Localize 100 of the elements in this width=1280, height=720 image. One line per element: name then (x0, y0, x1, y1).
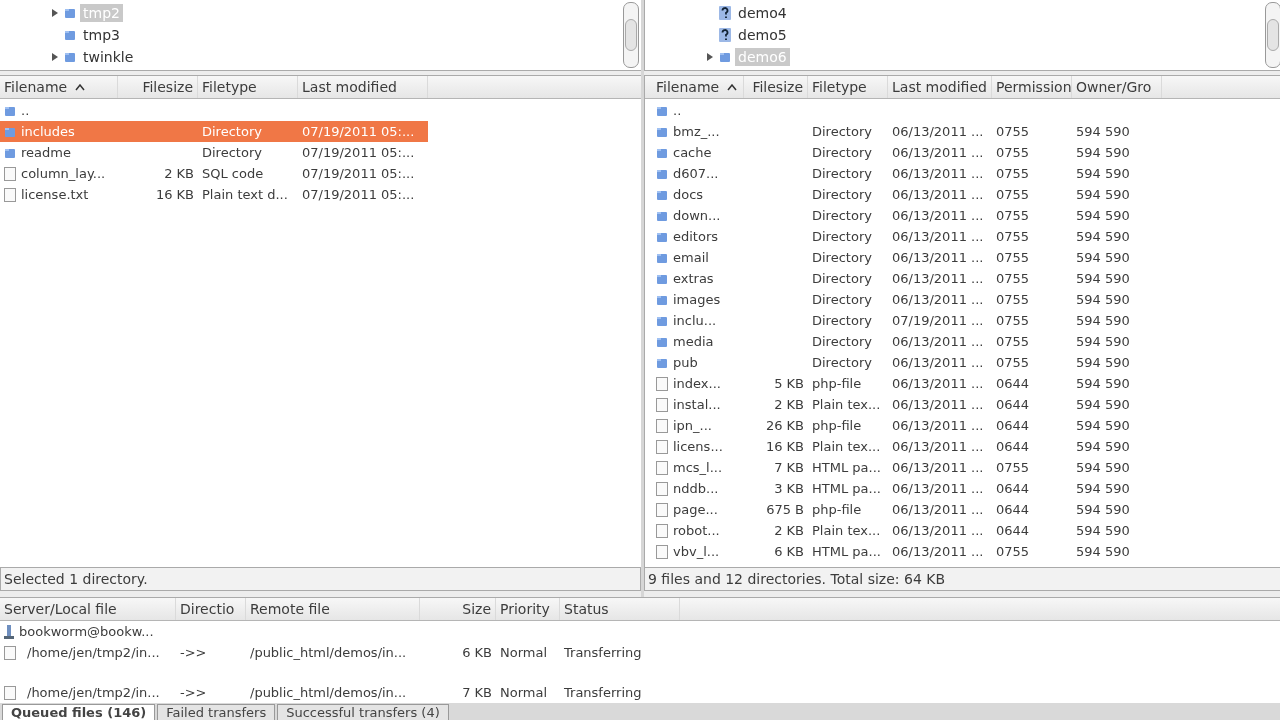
scrollbar[interactable] (1265, 2, 1280, 68)
file-row[interactable]: media Directory 06/13/2011 ... 0755 594 590 (652, 331, 1162, 352)
column-header[interactable]: Filetype (198, 76, 298, 98)
column-header[interactable]: Size (420, 598, 496, 620)
tree-item[interactable]: twinkle (80, 48, 137, 66)
file-row[interactable]: extras Directory 06/13/2011 ... 0755 594 590 (652, 268, 1162, 289)
file-row[interactable]: editors Directory 06/13/2011 ... 0755 594 590 (652, 226, 1162, 247)
file-icon (656, 418, 668, 433)
cell-text: 594 590 (1076, 229, 1130, 244)
folder-icon (4, 125, 16, 138)
cell-text: 0644 (996, 481, 1030, 496)
column-header[interactable]: Filename (0, 76, 118, 98)
expander-icon[interactable] (50, 52, 60, 62)
file-row[interactable]: down... Directory 06/13/2011 ... 0755 594 590 (652, 205, 1162, 226)
file-row[interactable]: vbv_l... 6 KB HTML pa... 06/13/2011 ... 0755 594 590 (652, 541, 1162, 562)
file-row[interactable]: ipn_... 26 KB php-file 06/13/2011 ... 0644 594 590 (652, 415, 1162, 436)
file-row[interactable]: mcs_l... 7 KB HTML pa... 06/13/2011 ... 0755 594 590 (652, 457, 1162, 478)
column-header[interactable]: Server/Local file (0, 598, 176, 620)
cell-text: ->> (180, 645, 207, 660)
column-header[interactable]: Filename (652, 76, 744, 98)
cell-text: bmz_... (673, 124, 720, 139)
file-row[interactable]: page... 675 B php-file 06/13/2011 ... 0644 594 590 (652, 499, 1162, 520)
column-header[interactable]: Directio (176, 598, 246, 620)
column-header[interactable]: Priority (496, 598, 560, 620)
queue-tab[interactable]: Failed transfers (157, 704, 276, 720)
folder-icon (656, 209, 668, 222)
file-row[interactable]: pub Directory 06/13/2011 ... 0755 594 590 (652, 352, 1162, 373)
column-header[interactable]: Last modified (888, 76, 992, 98)
cell-text: Plain text d... (202, 187, 288, 202)
folder-icon (656, 272, 668, 285)
folder-icon (656, 230, 668, 243)
cell-text: 06/13/2011 ... (892, 250, 984, 265)
cell-text: 26 KB (765, 418, 804, 433)
file-row[interactable]: nddb... 3 KB HTML pa... 06/13/2011 ... 0644 594 590 (652, 478, 1162, 499)
cell-text: 594 590 (1076, 523, 1130, 538)
cell-text: 0755 (996, 334, 1030, 349)
column-header[interactable]: Owner/Gro (1072, 76, 1162, 98)
tree-item[interactable]: demo4 (735, 4, 790, 22)
cell-text: 0755 (996, 145, 1030, 160)
file-row[interactable]: cache Directory 06/13/2011 ... 0755 594 590 (652, 142, 1162, 163)
cell-text: Plain tex... (812, 523, 881, 538)
column-header[interactable]: Filesize (744, 76, 808, 98)
cell-text: 0755 (996, 229, 1030, 244)
column-header[interactable]: Remote file (246, 598, 420, 620)
file-row[interactable]: column_lay... 2 KB SQL code 07/19/2011 05:... (0, 163, 428, 184)
cell-text: Directory (812, 292, 872, 307)
cell-text: 7 KB (462, 685, 492, 700)
cell-text: ->> (180, 685, 207, 700)
cell-text: Directory (812, 124, 872, 139)
cell-text: 06/13/2011 ... (892, 544, 984, 559)
scrollbar[interactable] (623, 2, 639, 68)
cell-text: Directory (812, 208, 872, 223)
cell-text: 594 590 (1076, 145, 1130, 160)
file-row[interactable]: license.txt 16 KB Plain text d... 07/19/2011 05:... (0, 184, 428, 205)
file-row[interactable]: inclu... Directory 07/19/2011 ... 0755 594 590 (652, 310, 1162, 331)
cell-text: inclu... (673, 313, 717, 328)
cell-text: 594 590 (1076, 250, 1130, 265)
file-row[interactable]: index... 5 KB php-file 06/13/2011 ... 0644 594 590 (652, 373, 1162, 394)
cell-text: /home/jen/tmp2/in... (26, 685, 160, 700)
file-row[interactable]: licens... 16 KB Plain tex... 06/13/2011 ... 0644 594 590 (652, 436, 1162, 457)
file-row[interactable]: bmz_... Directory 06/13/2011 ... 0755 594 590 (652, 121, 1162, 142)
folder-icon (656, 146, 668, 159)
cell-text: 06/13/2011 ... (892, 481, 984, 496)
folder-icon (4, 146, 16, 159)
file-row[interactable]: readme Directory 07/19/2011 05:... (0, 142, 428, 163)
cell-text: nddb... (673, 481, 719, 496)
column-header[interactable]: Filesize (118, 76, 198, 98)
queue-tab[interactable]: Queued files (146) (2, 704, 156, 720)
file-row[interactable]: images Directory 06/13/2011 ... 0755 594 590 (652, 289, 1162, 310)
tree-item[interactable]: tmp3 (80, 26, 123, 44)
cell-text: Plain tex... (812, 397, 881, 412)
cell-text: images (673, 292, 721, 307)
file-row[interactable]: .. (0, 100, 428, 121)
cell-text: 07/19/2011 05:... (302, 124, 415, 139)
expander-icon[interactable] (705, 52, 715, 62)
file-row[interactable]: .. (652, 100, 1162, 121)
expander-icon[interactable] (50, 8, 60, 18)
file-row[interactable]: d607... Directory 06/13/2011 ... 0755 594 590 (652, 163, 1162, 184)
queue-tab[interactable]: Successful transfers (4) (277, 704, 449, 720)
column-header[interactable]: Filetype (808, 76, 888, 98)
cell-text: media (673, 334, 714, 349)
tree-item[interactable]: demo5 (735, 26, 790, 44)
column-header[interactable]: Status (560, 598, 680, 620)
file-row[interactable]: email Directory 06/13/2011 ... 0755 594 590 (652, 247, 1162, 268)
cell-text: 06/13/2011 ... (892, 439, 984, 454)
cell-text: 7 KB (774, 460, 804, 475)
file-row[interactable]: robot... 2 KB Plain tex... 06/13/2011 ... 0644 594 590 (652, 520, 1162, 541)
cell-text: 16 KB (155, 187, 194, 202)
file-row[interactable]: docs Directory 06/13/2011 ... 0755 594 590 (652, 184, 1162, 205)
cell-text: 06/13/2011 ... (892, 166, 984, 181)
cell-text: HTML pa... (812, 481, 881, 496)
cell-text: 6 KB (462, 645, 492, 660)
cell-text: 0755 (996, 208, 1030, 223)
cell-text: 675 B (766, 502, 804, 517)
file-row[interactable]: instal... 2 KB Plain tex... 06/13/2011 ... 0644 594 590 (652, 394, 1162, 415)
column-header[interactable]: Permission (992, 76, 1072, 98)
cell-text: 0755 (996, 250, 1030, 265)
cell-text: 0755 (996, 166, 1030, 181)
cell-text: column_lay... (21, 166, 106, 181)
column-header[interactable]: Last modified (298, 76, 428, 98)
